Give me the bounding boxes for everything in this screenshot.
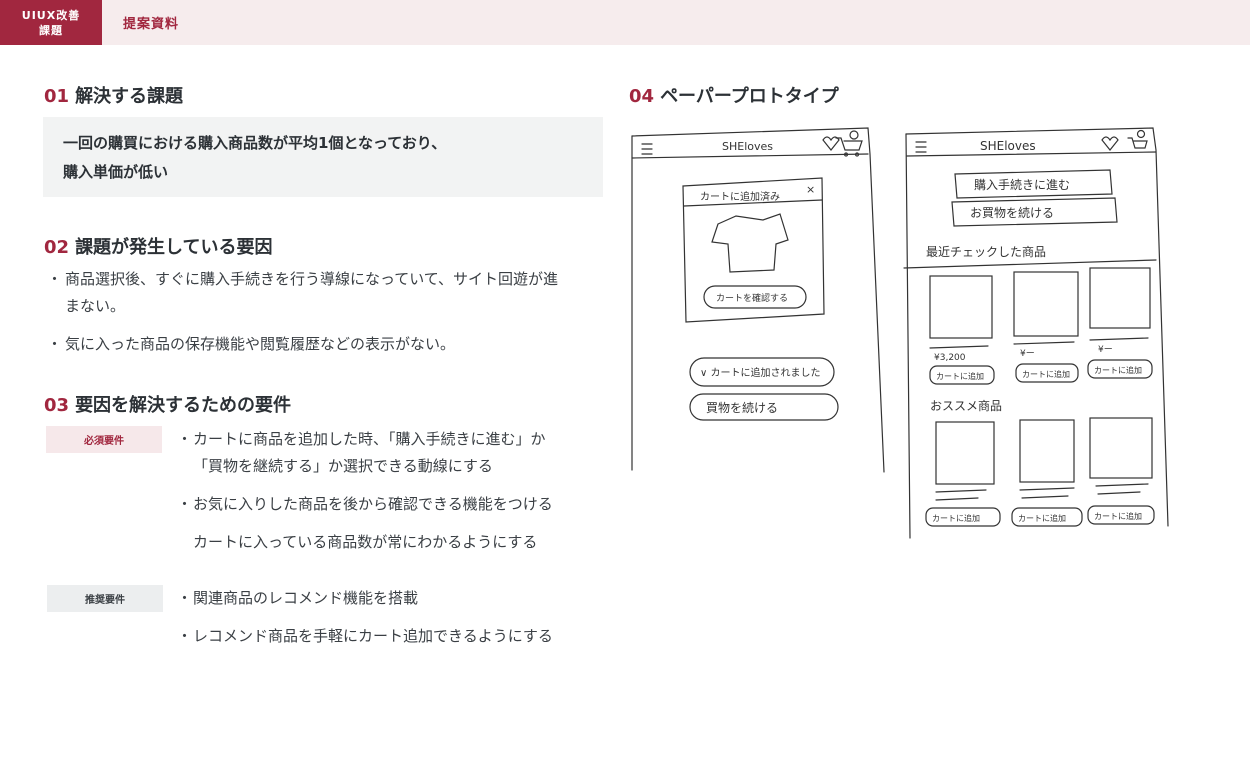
shirt-sketch: [711, 213, 789, 273]
recommended-item-1: ・ 関連商品のレコメンド機能を搭載: [177, 585, 419, 612]
problem-statement-box: 一回の購買における購入商品数が平均1個となっており、 購入単価が低い: [43, 117, 603, 197]
right-price-3: ¥ー: [1098, 345, 1113, 355]
section-03-heading: 03 要因を解決するための要件: [44, 391, 291, 417]
right-recommend-label: おススメ商品: [930, 398, 1002, 413]
bullet-mark: ・: [177, 495, 193, 513]
section-03-number: 03: [44, 395, 70, 416]
left-added-button-label: ∨ カートに追加されました: [700, 366, 821, 379]
recommended-item-1-text: 関連商品のレコメンド機能を搭載: [193, 589, 419, 607]
left-modal-button-label: カートを確認する: [716, 292, 788, 304]
section-04-number: 04: [629, 86, 655, 107]
problem-line-2: 購入単価が低い: [63, 163, 169, 181]
section-01-heading: 01 解決する課題: [44, 82, 183, 108]
left-logo: SHEloves: [722, 140, 773, 153]
right-recent-label: 最近チェックした商品: [926, 244, 1046, 259]
cause-item-1-line2: まない。: [65, 297, 126, 315]
required-item-1: ・ カートに商品を追加した時、「購入手続きに進む」か 「買物を継続する」か選択で…: [177, 426, 546, 480]
left-continue-button-label: 買物を続ける: [706, 401, 778, 415]
right-add-cart-4: カートに追加: [932, 513, 980, 523]
top-bar: UIUX改善 課題 提案資料: [0, 0, 1250, 45]
section-02-number: 02: [44, 237, 70, 258]
cause-item-1-line1: 商品選択後、すぐに購入手続きを行う導線になっていて、サイト回遊が進: [65, 270, 559, 288]
section-04-title: ペーパープロトタイプ: [660, 86, 839, 107]
heart-icon: [822, 136, 840, 151]
left-modal-title: カートに追加済み: [700, 190, 780, 203]
right-add-cart-2: カートに追加: [1022, 369, 1070, 379]
section-02-heading: 02 課題が発生している要因: [44, 233, 273, 259]
right-checkout-label: 購入手続きに進む: [974, 178, 1070, 192]
cart-icon: [1127, 137, 1148, 149]
cart-icon: [835, 137, 863, 157]
right-continue-label: お買物を続ける: [970, 206, 1054, 220]
required-item-1-line2: 「買物を継続する」か選択できる動線にする: [193, 457, 493, 475]
bullet-mark: ・: [177, 430, 193, 448]
document-title: 提案資料: [123, 17, 180, 32]
recommended-item-2: ・ レコメンド商品を手軽にカート追加できるようにする: [177, 623, 553, 650]
bullet-mark: ・: [177, 627, 193, 645]
menu-icon: [641, 143, 653, 155]
cause-item-1: ・ 商品選択後、すぐに購入手続きを行う導線になっていて、サイト回遊が進 まない。: [47, 266, 605, 320]
right-add-cart-1: カートに追加: [936, 371, 984, 381]
required-tag: 必須要件: [46, 426, 162, 453]
right-add-cart-6: カートに追加: [1094, 511, 1142, 521]
required-item-2: ・ お気に入りした商品を後から確認できる機能をつける カートに入っている商品数が…: [177, 491, 553, 556]
problem-line-1: 一回の購買における購入商品数が平均1個となっており、: [63, 134, 447, 152]
right-price-1: ¥3,200: [934, 353, 966, 363]
section-04-heading: 04 ペーパープロトタイプ: [629, 82, 839, 108]
section-01-title: 解決する課題: [75, 86, 184, 107]
recommended-item-2-text: レコメンド商品を手軽にカート追加できるようにする: [193, 627, 553, 645]
bullet-mark: ・: [47, 335, 63, 353]
required-item-2-line1: お気に入りした商品を後から確認できる機能をつける: [193, 495, 553, 513]
paper-prototype-sketch: SHEloves カートに追加済み × カートを確認する ∨ カートに追加されま…: [631, 127, 1169, 539]
required-item-1-line1: カートに商品を追加した時、「購入手続きに進む」か: [193, 430, 546, 448]
bullet-mark: ・: [177, 589, 193, 607]
bullet-mark: ・: [47, 270, 63, 288]
recommended-tag: 推奨要件: [47, 585, 163, 612]
right-price-2: ¥ー: [1020, 349, 1035, 359]
menu-icon: [915, 141, 927, 153]
badge-line1: UIUX改善: [21, 8, 81, 22]
right-add-cart-3: カートに追加: [1094, 365, 1142, 375]
section-02-title: 課題が発生している要因: [75, 237, 273, 258]
category-badge: UIUX改善 課題: [0, 0, 102, 45]
section-01-number: 01: [44, 86, 70, 107]
right-logo: SHEloves: [980, 139, 1036, 153]
left-modal-close: ×: [806, 183, 815, 196]
right-add-cart-5: カートに追加: [1018, 513, 1066, 523]
section-03-title: 要因を解決するための要件: [75, 395, 292, 416]
badge-line2: 課題: [39, 23, 63, 37]
cause-item-2-line1: 気に入った商品の保存機能や閲覧履歴などの表示がない。: [65, 335, 456, 353]
cause-item-2: ・ 気に入った商品の保存機能や閲覧履歴などの表示がない。: [47, 331, 605, 358]
required-item-2-line2: カートに入っている商品数が常にわかるようにする: [193, 533, 538, 551]
heart-icon: [1101, 136, 1119, 151]
